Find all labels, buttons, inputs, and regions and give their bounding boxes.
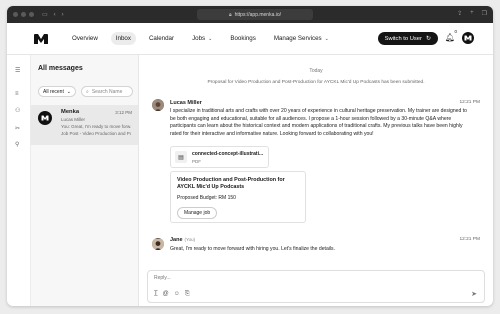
nav-jobs[interactable]: Jobs ⌄ xyxy=(187,32,217,45)
attachment-card[interactable]: ▤ connected-concept-illustrati... PDF xyxy=(170,146,269,168)
icon-rail: ☰ ≡ ⚇ ✂ ⚲ xyxy=(7,55,31,306)
address-bar[interactable]: 🔒︎ https://app.menka.io/ xyxy=(197,9,313,20)
conversation-time: 3:12 PM xyxy=(115,110,132,115)
list-item[interactable]: Menka 3:12 PM Lucas Miller You: Great, I… xyxy=(31,105,138,145)
message-time: 12:21 PM xyxy=(459,237,480,242)
search-input[interactable]: ⌕ Search Name xyxy=(81,86,133,97)
browser-window: ▭ ‹ › 🔒︎ https://app.menka.io/ ⇪ + ❐ Ove… xyxy=(7,6,493,306)
search-placeholder: Search Name xyxy=(91,88,123,95)
send-icon[interactable]: ➤ xyxy=(471,290,477,298)
chevron-down-icon: ⌄ xyxy=(324,35,329,42)
app-header: Overview Inbox Calendar Jobs ⌄ Bookings M… xyxy=(7,23,493,55)
back-icon[interactable]: ‹ xyxy=(54,12,56,18)
sidebar-title: All messages xyxy=(38,65,83,72)
attachment-name: connected-concept-illustrati... xyxy=(192,150,264,157)
collapse-menu-icon[interactable]: ☰ xyxy=(15,67,20,74)
browser-chrome: ▭ ‹ › 🔒︎ https://app.menka.io/ ⇪ + ❐ xyxy=(7,6,493,23)
message-text: I specialize in traditional arts and cra… xyxy=(170,108,468,137)
close-dot[interactable] xyxy=(13,12,18,17)
nav-overview-label: Overview xyxy=(72,35,98,42)
conversation-preview: You: Great, I'm ready to move forw... xyxy=(61,124,131,129)
attachment-type: PDF xyxy=(192,158,201,164)
manage-job-button[interactable]: Manage job xyxy=(177,207,218,219)
team-icon[interactable]: ⚇ xyxy=(15,107,20,114)
nav-calendar-label: Calendar xyxy=(148,35,175,42)
sender-name: Jane (You) xyxy=(170,237,195,243)
you-tag: (You) xyxy=(184,237,196,242)
sender-name: Lucas Miller xyxy=(170,100,202,106)
conversation-job: Job Post - Video Production and Post-... xyxy=(61,131,131,136)
menka-logo[interactable] xyxy=(33,33,49,45)
list-icon[interactable]: ≡ xyxy=(15,91,19,97)
avatar-image xyxy=(152,100,164,111)
messages-sidebar: All messages All recent ⌄ ⌕ Search Name … xyxy=(31,55,139,306)
tabs-icon[interactable]: ❐ xyxy=(482,10,487,17)
switch-to-user-button[interactable]: Switch to User ↻ xyxy=(377,32,438,45)
avatar xyxy=(38,111,52,125)
new-tab-icon[interactable]: + xyxy=(470,10,474,17)
system-message: Proposal for Video Production and Post-P… xyxy=(207,80,425,85)
filter-value: All recent xyxy=(43,88,64,95)
nav-manage-services-label: Manage Services xyxy=(273,35,322,42)
search-icon: ⌕ xyxy=(86,88,89,95)
job-card: Video Production and Post-Production for… xyxy=(170,171,306,223)
day-label: Today xyxy=(309,68,323,74)
notification-count: 0 xyxy=(454,29,457,34)
menka-logo-small xyxy=(464,35,472,41)
nav-inbox[interactable]: Inbox xyxy=(110,32,136,45)
sidebar-toggle-icon[interactable]: ▭ xyxy=(42,12,48,18)
emoji-icon[interactable]: ☺ xyxy=(174,291,180,298)
mention-icon[interactable]: @ xyxy=(163,291,169,298)
chat-panel: Today Proposal for Video Production and … xyxy=(139,55,493,306)
nav-bookings[interactable]: Bookings xyxy=(225,32,260,45)
lock-icon: 🔒︎ xyxy=(228,11,232,18)
nav-bookings-label: Bookings xyxy=(230,35,256,42)
message-time: 12:21 PM xyxy=(459,100,480,105)
avatar-image xyxy=(152,239,164,250)
chevron-down-icon: ⌄ xyxy=(208,35,213,42)
switch-to-user-label: Switch to User xyxy=(384,35,422,42)
maximize-dot[interactable] xyxy=(29,12,34,17)
text-format-icon[interactable]: T̲ xyxy=(154,291,158,298)
message-text: Great, I'm ready to move forward with hi… xyxy=(170,246,336,252)
job-title: Video Production and Post-Production for… xyxy=(177,177,285,190)
attachment-icon[interactable]: ⎘ xyxy=(185,291,190,298)
nav-calendar[interactable]: Calendar xyxy=(144,32,179,45)
nav-jobs-label: Jobs xyxy=(192,35,206,42)
url-text: https://app.menka.io/ xyxy=(234,11,282,18)
avatar[interactable] xyxy=(152,99,164,111)
nav-overview[interactable]: Overview xyxy=(67,32,103,45)
refresh-icon: ↻ xyxy=(425,36,431,42)
share-icon[interactable]: ⇪ xyxy=(457,10,462,17)
avatar[interactable] xyxy=(462,32,474,44)
reply-composer: T̲ @ ☺ ⎘ ➤ xyxy=(147,270,485,303)
minimize-dot[interactable] xyxy=(21,12,26,17)
nav-manage-services[interactable]: Manage Services ⌄ xyxy=(269,32,334,45)
bell-icon[interactable]: 🔔︎ xyxy=(445,33,455,42)
add-user-icon[interactable]: ⚲ xyxy=(15,141,19,148)
forward-icon[interactable]: › xyxy=(62,12,64,18)
file-icon: ▤ xyxy=(175,151,187,163)
reply-input[interactable] xyxy=(154,275,354,281)
filter-dropdown[interactable]: All recent ⌄ xyxy=(38,86,76,97)
menka-logo-small xyxy=(41,115,49,121)
chevron-down-icon: ⌄ xyxy=(66,88,71,95)
job-budget: Proposed Budget: RM 150 xyxy=(177,195,236,201)
conversation-subtitle: Lucas Miller xyxy=(61,117,86,122)
sender-name-text: Jane xyxy=(170,237,183,243)
window-controls xyxy=(13,12,34,17)
tools-icon[interactable]: ✂ xyxy=(15,125,20,132)
avatar[interactable] xyxy=(152,238,164,250)
nav-inbox-label: Inbox xyxy=(115,35,131,42)
